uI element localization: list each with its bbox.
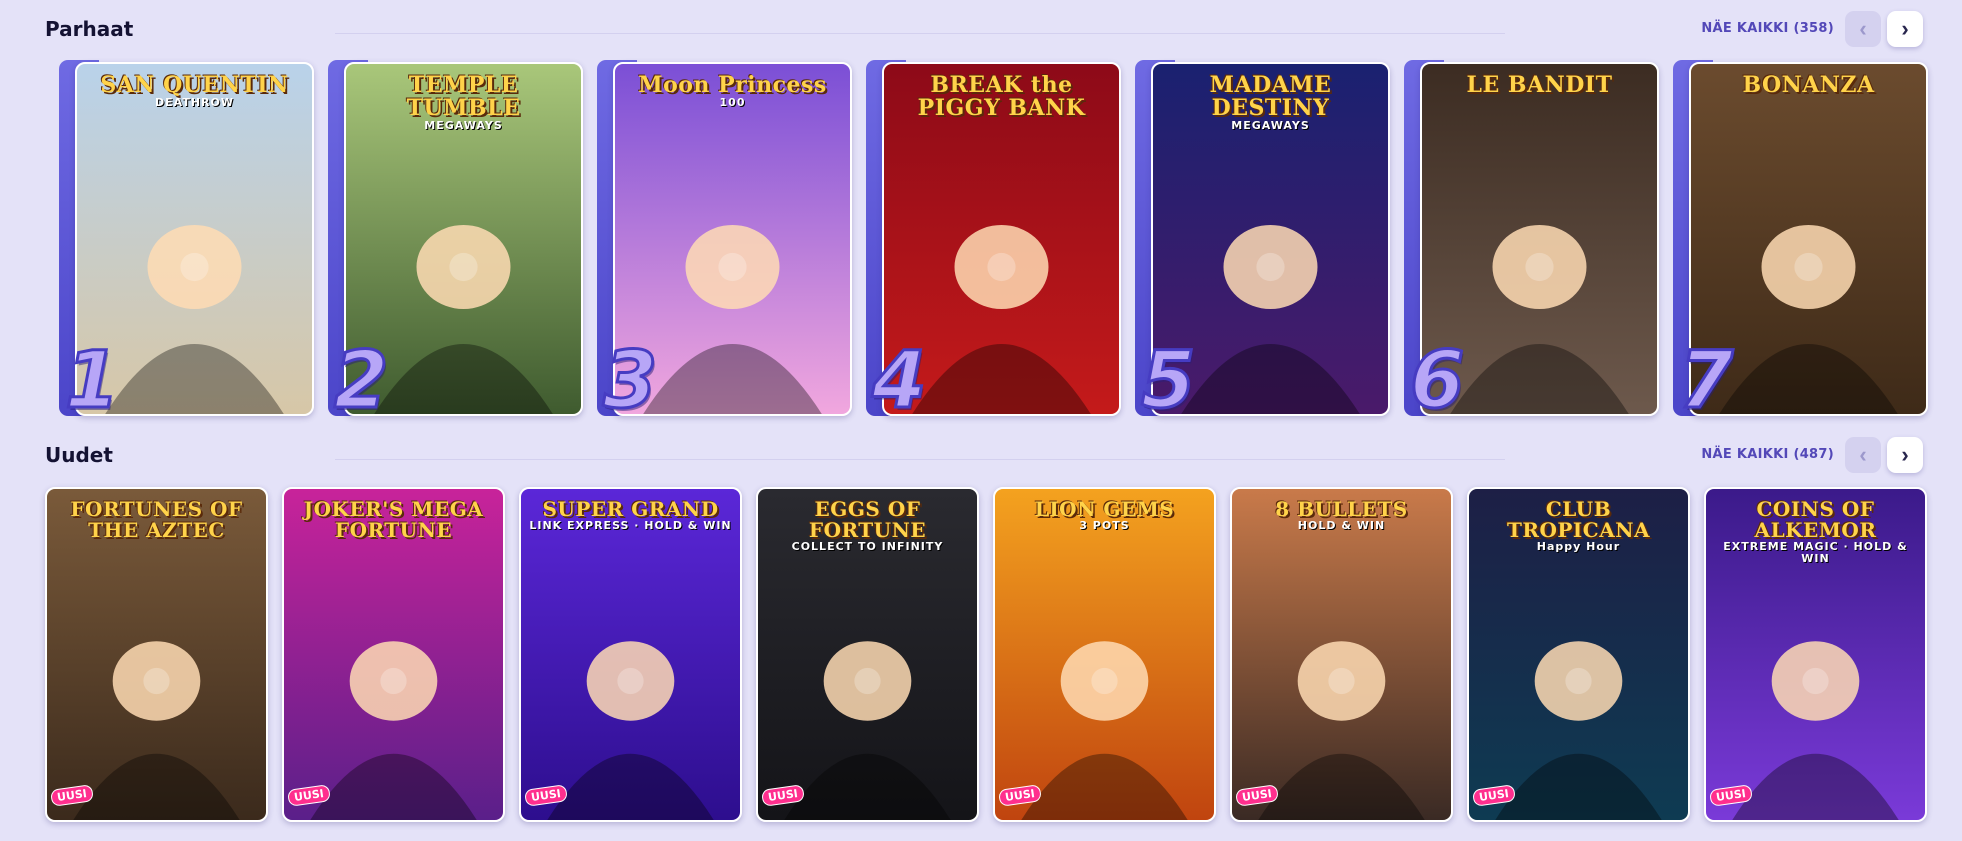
chevron-left-icon: ‹	[1859, 442, 1867, 467]
game-logo-subtitle: COLLECT TO INFINITY	[791, 540, 944, 553]
chevron-left-icon: ‹	[1859, 16, 1867, 41]
game-logo-subtitle: 100	[719, 96, 746, 110]
game-logo-subtitle: Happy Hour	[1536, 540, 1621, 553]
game-character-art	[521, 489, 740, 820]
game-logo-subtitle: 3 POTS	[1079, 519, 1130, 532]
game-logo: SUPER GRAND LINK EXPRESS · HOLD & WIN	[529, 497, 732, 532]
game-logo: EGGS OF FORTUNE COLLECT TO INFINITY	[766, 499, 969, 553]
game-card[interactable]: EGGS OF FORTUNE COLLECT TO INFINITY UUSI	[756, 487, 979, 822]
section-title: Parhaat	[45, 17, 134, 41]
ranked-game-tile[interactable]: BONANZA 7	[1673, 60, 1928, 422]
game-logo: BREAK the PIGGY BANK	[917, 72, 1086, 122]
rank-number: 6	[1408, 336, 1465, 426]
game-logo: FORTUNES OF THE AZTEC	[70, 497, 243, 542]
game-logo: BONANZA	[1742, 72, 1875, 98]
see-all-link[interactable]: NÄE KAIKKI (487)	[1701, 447, 1834, 462]
game-logo: LION GEMS 3 POTS	[1003, 499, 1206, 532]
section-header-top: Parhaat NÄE KAIKKI (358) ‹ ›	[45, 11, 1925, 47]
game-logo-subtitle: LINK EXPRESS · HOLD & WIN	[529, 519, 732, 532]
ranked-game-tile[interactable]: TEMPLE TUMBLE MEGAWAYS 2	[328, 60, 583, 422]
game-card[interactable]: JOKER'S MEGA FORTUNE UUSI	[282, 487, 505, 822]
ranked-game-tile[interactable]: LE BANDIT 6	[1404, 60, 1659, 422]
game-character-art	[995, 489, 1214, 820]
game-logo-subtitle: MEGAWAYS	[1231, 119, 1310, 133]
game-card[interactable]: SUPER GRAND LINK EXPRESS · HOLD & WIN UUSI	[519, 487, 742, 822]
ranked-game-tile[interactable]: SAN QUENTIN DEATHROW 1	[59, 60, 314, 422]
prev-button[interactable]: ‹	[1845, 11, 1881, 47]
rank-number: 1	[63, 336, 120, 426]
game-logo-subtitle: MEGAWAYS	[424, 119, 503, 133]
chevron-right-icon: ›	[1901, 16, 1909, 41]
rank-number: 7	[1677, 336, 1734, 426]
section-header-new: Uudet NÄE KAIKKI (487) ‹ ›	[45, 437, 1925, 473]
game-card[interactable]: CLUB TROPICANA Happy Hour UUSI	[1467, 487, 1690, 822]
chevron-right-icon: ›	[1901, 442, 1909, 467]
rank-number: 3	[601, 336, 658, 426]
game-card[interactable]: FORTUNES OF THE AZTEC UUSI	[45, 487, 268, 822]
rank-number: 4	[870, 336, 927, 426]
ranked-game-tile[interactable]: MADAME DESTINY MEGAWAYS 5	[1135, 60, 1390, 422]
game-logo: 8 BULLETS HOLD & WIN	[1240, 499, 1443, 532]
divider	[335, 459, 1505, 460]
section-title: Uudet	[45, 443, 113, 467]
next-button[interactable]: ›	[1887, 437, 1923, 473]
rank-number: 5	[1139, 336, 1196, 426]
game-logo-subtitle: EXTREME MAGIC · HOLD & WIN	[1723, 540, 1908, 565]
game-logo: SAN QUENTIN DEATHROW	[85, 74, 304, 109]
prev-button[interactable]: ‹	[1845, 437, 1881, 473]
next-button[interactable]: ›	[1887, 11, 1923, 47]
game-character-art	[1232, 489, 1451, 820]
game-logo: Moon Princess 100	[623, 74, 842, 109]
game-logo: COINS OF ALKEMOR EXTREME MAGIC · HOLD & W…	[1714, 498, 1917, 565]
game-card[interactable]: LION GEMS 3 POTS UUSI	[993, 487, 1216, 822]
ranked-game-tile[interactable]: Moon Princess 100 3	[597, 60, 852, 422]
game-logo-subtitle: HOLD & WIN	[1297, 519, 1386, 532]
game-logo-subtitle: DEATHROW	[155, 96, 234, 110]
game-logo: TEMPLE TUMBLE MEGAWAYS	[354, 74, 573, 132]
game-card[interactable]: 8 BULLETS HOLD & WIN UUSI	[1230, 487, 1453, 822]
ranked-game-tile[interactable]: BREAK the PIGGY BANK 4	[866, 60, 1121, 422]
game-logo: MADAME DESTINY MEGAWAYS	[1161, 74, 1380, 132]
game-logo: JOKER'S MEGA FORTUNE	[303, 497, 484, 542]
rank-number: 2	[332, 336, 389, 426]
see-all-link[interactable]: NÄE KAIKKI (358)	[1701, 21, 1834, 36]
game-card[interactable]: COINS OF ALKEMOR EXTREME MAGIC · HOLD & W…	[1704, 487, 1927, 822]
game-logo: LE BANDIT	[1466, 72, 1613, 98]
game-logo: CLUB TROPICANA Happy Hour	[1477, 499, 1680, 553]
divider	[335, 33, 1505, 34]
